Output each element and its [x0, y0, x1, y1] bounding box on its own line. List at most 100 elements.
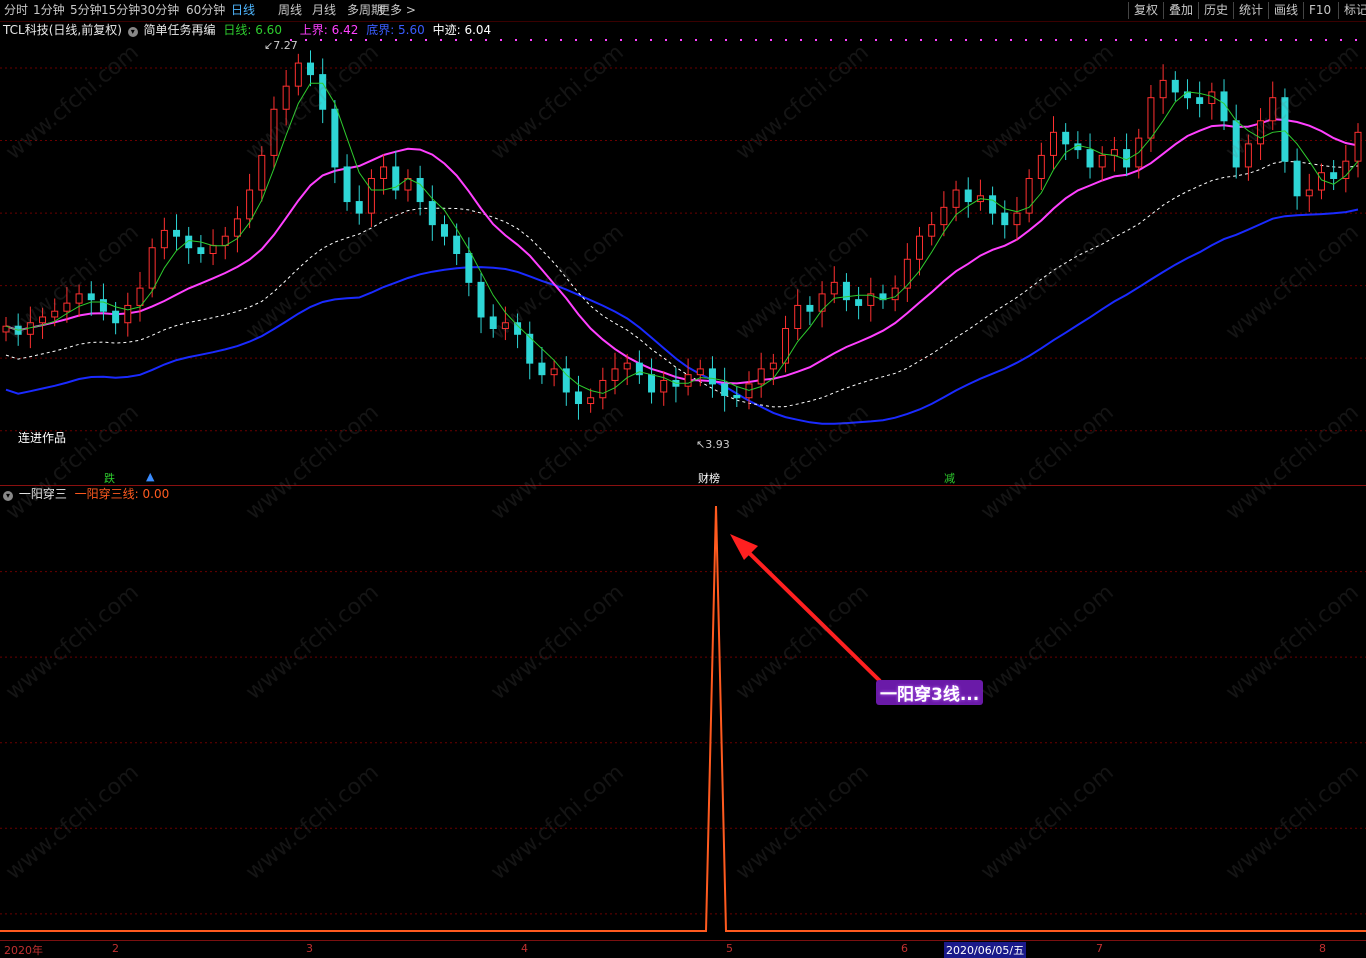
period-tab-8[interactable]: 月线 [312, 2, 336, 19]
top-marker-dot [1340, 39, 1342, 41]
candle [1208, 82, 1216, 120]
candle [648, 358, 656, 404]
period-tab-1[interactable]: 1分钟 [33, 2, 65, 19]
top-marker-dot [335, 39, 337, 41]
top-marker-dot [965, 39, 967, 41]
toolbar-button-0[interactable]: 复权 [1128, 2, 1158, 19]
candle [855, 286, 863, 320]
indicator-line [0, 505, 1366, 932]
indicator-name[interactable]: 简单任务再编 [144, 23, 216, 37]
candle [562, 356, 570, 406]
candle [501, 306, 509, 341]
candle [246, 173, 254, 229]
candle [282, 70, 290, 126]
candle [587, 388, 595, 413]
top-marker-dot [980, 39, 982, 41]
period-tab-3[interactable]: 15分钟 [101, 2, 140, 19]
candle [1098, 146, 1106, 181]
toolbar-button-3[interactable]: 统计 [1233, 2, 1263, 19]
candle [221, 226, 229, 260]
candle [416, 165, 424, 216]
top-marker-dot [410, 39, 412, 41]
period-tab-7[interactable]: 周线 [278, 2, 302, 19]
toolbar-button-4[interactable]: 画线 [1268, 2, 1298, 19]
candle [599, 367, 607, 410]
period-tab-2[interactable]: 5分钟 [70, 2, 102, 19]
top-marker-dot [425, 39, 427, 41]
top-marker-dot [950, 39, 952, 41]
top-marker-dot [1265, 39, 1267, 41]
top-marker-dot [920, 39, 922, 41]
candle [380, 154, 388, 195]
top-marker-dot [695, 39, 697, 41]
period-tab-4[interactable]: 30分钟 [140, 2, 179, 19]
toolbar-button-5[interactable]: F10 [1303, 2, 1331, 19]
top-marker-dot [800, 39, 802, 41]
candle [818, 281, 826, 328]
top-marker-dot [1160, 39, 1162, 41]
candle [2, 316, 10, 342]
candle [708, 356, 716, 398]
candle [1147, 85, 1155, 152]
candle [270, 96, 278, 170]
date-axis-label: 2020年 [4, 944, 43, 957]
top-marker-dot [1145, 39, 1147, 41]
candle [87, 281, 95, 316]
period-toolbar: 分时 1分钟 5分钟 15分钟 30分钟 60分钟 日线 周线 月线 多周期 更多 > 复权 叠加 历史统… [0, 0, 1366, 22]
candle [197, 235, 205, 263]
callout-arrow-icon [730, 534, 882, 683]
candle [367, 169, 375, 227]
indicator-pane-name[interactable]: 一阳穿三 [19, 487, 67, 501]
top-marker-dot [605, 39, 607, 41]
candle [1037, 142, 1045, 191]
candle [879, 284, 887, 309]
period-tab-0[interactable]: 分时 [4, 2, 28, 19]
period-tab-5[interactable]: 60分钟 [186, 2, 225, 19]
author-label: 连进作品 [18, 431, 67, 445]
candle [148, 238, 156, 298]
top-marker-dot [860, 39, 862, 41]
period-tab-10[interactable]: 更多 > [378, 2, 416, 19]
legend-lower: 底界: 5.60 [366, 23, 425, 37]
candle [209, 229, 217, 266]
top-marker-dot [1325, 39, 1327, 41]
top-marker-dot [680, 39, 682, 41]
candle [1013, 196, 1021, 241]
candle [1305, 173, 1313, 212]
date-axis-label: 7 [1096, 942, 1103, 955]
candle [928, 211, 936, 246]
candle [696, 359, 704, 387]
top-marker-dot [1040, 39, 1042, 41]
candle [1232, 104, 1240, 179]
toolbar-button-1[interactable]: 叠加 [1163, 2, 1193, 19]
date-axis-label: 5 [726, 942, 733, 955]
upper-band-line [5, 118, 1359, 385]
top-marker-dot [830, 39, 832, 41]
top-marker-dot [1190, 39, 1192, 41]
candle [660, 371, 668, 406]
top-marker-dot [785, 39, 787, 41]
toolbar-button-6[interactable]: 标记 [1338, 2, 1366, 19]
lower-band-line [5, 208, 1359, 425]
candle [173, 214, 181, 251]
indicator-pane-toggle-icon[interactable]: ▾ [3, 491, 13, 501]
candle [1086, 133, 1094, 179]
period-tab-6[interactable]: 日线 [231, 2, 255, 19]
top-marker-dot [1295, 39, 1297, 41]
candle [1062, 123, 1070, 161]
candle [1354, 123, 1362, 178]
candle [404, 169, 412, 202]
indicator-toggle-icon[interactable]: ▾ [127, 27, 138, 37]
toolbar-button-2[interactable]: 历史 [1198, 2, 1228, 19]
candle [1001, 200, 1009, 239]
top-marker-dot [710, 39, 712, 41]
price-chart [0, 39, 1366, 432]
candle [733, 386, 741, 407]
candle [635, 350, 643, 384]
legend-mid: 中迹: 6.04 [432, 23, 492, 37]
top-marker-dot [1220, 39, 1222, 41]
top-marker-dot [515, 39, 517, 41]
signal-caibang: 财榜 [698, 472, 720, 485]
top-marker-dot [1085, 39, 1087, 41]
candle [721, 367, 729, 412]
